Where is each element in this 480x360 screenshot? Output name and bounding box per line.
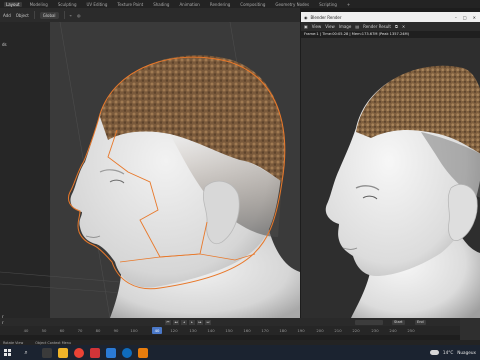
ruler-tick: 180 <box>279 328 287 333</box>
start-frame-field[interactable]: Start <box>392 319 405 325</box>
render-image-menu[interactable]: Image <box>339 24 352 29</box>
ruler-tick: 220 <box>352 328 360 333</box>
render-window-title: Blender Render <box>310 14 342 20</box>
play-icon[interactable]: ▸ <box>189 319 195 325</box>
ruler-tick: 190 <box>297 328 305 333</box>
blender-window: Layout Modeling Sculpting UV Editing Tex… <box>0 0 480 360</box>
ruler-tick: 250 <box>407 328 415 333</box>
viewport-header: Add Object Global ⌁ ◎ <box>0 8 300 22</box>
blender-icon: ◉ <box>304 14 308 20</box>
tab-modeling[interactable]: Modeling <box>28 2 50 7</box>
ruler-tick: 70 <box>77 328 83 333</box>
ruler-tick: 80 <box>95 328 101 333</box>
tab-shading[interactable]: Shading <box>151 2 171 7</box>
ruler-tick: 230 <box>371 328 379 333</box>
file-explorer-icon[interactable] <box>58 347 68 358</box>
ruler-tick: 160 <box>243 328 251 333</box>
snap-icon[interactable]: ⌁ <box>70 13 72 18</box>
office-app-icon[interactable] <box>90 347 100 358</box>
timeline-label: r <box>2 319 4 325</box>
image-editor-icon[interactable]: ▣ <box>304 24 308 29</box>
start-button[interactable] <box>0 345 14 360</box>
status-context-hint: Object Context Menu <box>35 340 72 345</box>
system-tray: 14°C Nuageux <box>429 350 480 355</box>
render-frame-info: Frame:1 | Time:00:05.28 | Mem:173.67M (P… <box>301 31 480 38</box>
edge-icon[interactable] <box>122 347 132 358</box>
close-image-icon[interactable]: ✕ <box>402 24 405 29</box>
playhead-frame[interactable]: 40 <box>152 327 162 334</box>
timeline-ruler[interactable]: 40 50 60 70 80 90 100 40 120 130 140 150… <box>0 326 480 335</box>
add-workspace-button[interactable]: + <box>345 2 352 7</box>
next-keyframe-icon[interactable]: ▸▸ <box>197 319 203 325</box>
add-menu[interactable]: Add <box>3 13 11 18</box>
store-icon[interactable] <box>106 347 116 358</box>
ruler-tick: 140 <box>207 328 215 333</box>
jump-end-icon[interactable]: ⏭ <box>205 319 211 325</box>
ruler-tick: 200 <box>316 328 324 333</box>
windows-logo-icon <box>3 349 11 356</box>
ruler-tick: 50 <box>41 328 47 333</box>
weather-cloud-icon <box>429 350 439 355</box>
current-frame-field[interactable] <box>355 319 383 325</box>
tab-compositing[interactable]: Compositing <box>238 2 267 7</box>
tab-texture-paint[interactable]: Texture Paint <box>115 2 145 7</box>
play-reverse-icon[interactable]: ◂ <box>181 319 187 325</box>
tab-layout[interactable]: Layout <box>4 1 22 7</box>
tab-geometry-nodes[interactable]: Geometry Nodes <box>273 2 311 7</box>
close-icon[interactable]: ✕ <box>473 15 476 20</box>
render-view-menu[interactable]: View <box>312 24 322 29</box>
object-menu[interactable]: Object <box>16 13 29 18</box>
weather-temperature[interactable]: 14°C <box>443 350 453 355</box>
tab-rendering[interactable]: Rendering <box>208 2 232 7</box>
ruler-tick: 150 <box>225 328 233 333</box>
search-icon[interactable]: ⌕ <box>16 348 36 358</box>
playback-controls: ⏮ ◂◂ ◂ ▸ ▸▸ ⏭ <box>165 319 211 325</box>
task-view-icon[interactable] <box>42 347 52 358</box>
render-result-area[interactable] <box>301 38 480 318</box>
taskbar-apps <box>42 347 148 358</box>
3d-viewport[interactable]: ds r <box>0 22 300 318</box>
prev-keyframe-icon[interactable]: ◂◂ <box>173 319 179 325</box>
ruler-tick: 130 <box>189 328 197 333</box>
render-window-titlebar: ◉ Blender Render – □ ✕ <box>301 12 480 22</box>
chrome-icon[interactable] <box>74 347 84 358</box>
window-controls: – □ ✕ <box>455 15 480 20</box>
head-model-viewport <box>0 22 300 318</box>
header-divider <box>33 11 35 19</box>
workspace-tabs: Layout Modeling Sculpting UV Editing Tex… <box>0 0 480 8</box>
os-taskbar: ⌕ 14°C Nuageux <box>0 345 480 360</box>
tab-sculpting[interactable]: Sculpting <box>56 2 79 7</box>
ruler-tick: 240 <box>389 328 397 333</box>
render-window-header: ▣ View View Image ▤ Render Result ⧉ ✕ <box>301 22 480 31</box>
ruler-tick: 90 <box>113 328 119 333</box>
transform-orientation-select[interactable]: Global <box>39 11 59 19</box>
render-result-select[interactable]: Render Result <box>363 24 391 29</box>
render-view-menu-2[interactable]: View <box>325 24 335 29</box>
status-rotate-hint: Rotate View <box>3 340 24 345</box>
head-render-image <box>301 38 480 318</box>
pin-icon[interactable]: ⧉ <box>395 24 398 29</box>
tab-scripting[interactable]: Scripting <box>317 2 339 7</box>
end-frame-field[interactable]: End <box>415 319 426 325</box>
ruler-tick: 120 <box>170 328 178 333</box>
minimize-icon[interactable]: – <box>455 15 457 20</box>
render-slot-icon[interactable]: ▤ <box>355 24 359 29</box>
ruler-tick: 40 <box>23 328 29 333</box>
header-divider <box>63 11 65 19</box>
weather-description[interactable]: Nuageux <box>457 350 476 355</box>
ruler-tick: 170 <box>261 328 269 333</box>
ruler-tick: 210 <box>334 328 342 333</box>
blender-taskbar-icon[interactable] <box>138 347 148 358</box>
ruler-tick: 100 <box>130 328 138 333</box>
maximize-icon[interactable]: □ <box>463 15 467 20</box>
jump-start-icon[interactable]: ⏮ <box>165 319 171 325</box>
timeline-header: r ⏮ ◂◂ ◂ ▸ ▸▸ ⏭ Start End <box>0 318 480 326</box>
ruler-tick: 60 <box>59 328 65 333</box>
tab-animation[interactable]: Animation <box>177 2 201 7</box>
proportional-edit-icon[interactable]: ◎ <box>77 13 81 18</box>
tab-uv-editing[interactable]: UV Editing <box>85 2 110 7</box>
timeline-side-panel <box>460 318 480 342</box>
